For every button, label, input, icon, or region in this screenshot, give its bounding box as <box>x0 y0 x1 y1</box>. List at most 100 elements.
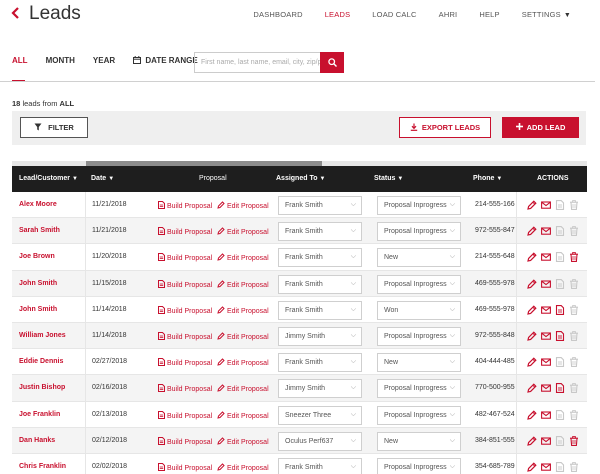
status-select[interactable]: Proposal Inprogress ⌵ <box>377 274 461 294</box>
edit-proposal-link[interactable]: Edit Proposal <box>217 201 269 210</box>
assigned-to-select[interactable]: Frank Smith ⌵ <box>278 196 362 215</box>
search-input[interactable]: First name, last name, email, city, zip/… <box>194 52 320 73</box>
edit-icon[interactable] <box>527 278 537 289</box>
edit-proposal-link[interactable]: Edit Proposal <box>217 253 269 262</box>
status-select[interactable]: New ⌵ <box>377 248 461 268</box>
assigned-to-select[interactable]: Oculus Perf637 ⌵ <box>278 431 362 451</box>
edit-icon[interactable] <box>527 383 537 394</box>
status-select[interactable]: New ⌵ <box>377 431 461 451</box>
assigned-to-select[interactable]: Frank Smith ⌵ <box>278 457 362 474</box>
col-header-date[interactable]: Date ▼ <box>91 175 114 182</box>
export-leads-button[interactable]: EXPORT LEADS <box>399 117 491 138</box>
document-icon[interactable] <box>555 383 565 394</box>
status-select[interactable]: Proposal Inprogress ⌵ <box>377 379 461 399</box>
status-select[interactable]: Proposal Inprogress ⌵ <box>377 196 461 215</box>
col-header-status[interactable]: Status ▼ <box>374 175 403 182</box>
mail-icon[interactable] <box>541 226 551 236</box>
nav-ahri[interactable]: AHRI <box>428 10 469 19</box>
edit-proposal-link[interactable]: Edit Proposal <box>217 279 269 289</box>
mail-icon[interactable] <box>541 357 551 367</box>
assigned-to-select[interactable]: Jimmy Smith ⌵ <box>278 326 362 346</box>
build-proposal-link[interactable]: Build Proposal <box>158 462 212 472</box>
lead-customer-link[interactable]: Dan Hanks <box>19 437 55 444</box>
mail-icon[interactable] <box>541 279 551 289</box>
edit-proposal-link[interactable]: Edit Proposal <box>217 436 269 446</box>
trash-icon[interactable] <box>569 252 579 263</box>
mail-icon[interactable] <box>541 410 551 420</box>
build-proposal-link[interactable]: Build Proposal <box>158 305 212 315</box>
edit-icon[interactable] <box>527 305 537 315</box>
lead-customer-link[interactable]: Joe Franklin <box>19 411 60 418</box>
nav-load-calc[interactable]: LOAD CALC <box>361 10 427 19</box>
chevron-left-icon[interactable] <box>11 6 20 23</box>
nav-settings[interactable]: SETTINGS ▼ <box>511 10 582 19</box>
status-select[interactable]: Won ⌵ <box>377 300 461 320</box>
assigned-to-select[interactable]: Frank Smith ⌵ <box>278 300 362 320</box>
edit-proposal-link[interactable]: Edit Proposal <box>217 227 269 236</box>
document-icon[interactable] <box>555 330 565 341</box>
lead-customer-link[interactable]: Sarah Smith <box>19 227 60 234</box>
mail-icon[interactable] <box>541 331 551 341</box>
build-proposal-link[interactable]: Build Proposal <box>158 436 212 446</box>
tab-year[interactable]: YEAR <box>93 56 115 74</box>
mail-icon[interactable] <box>541 383 551 393</box>
edit-icon[interactable] <box>527 200 537 210</box>
status-select[interactable]: New ⌵ <box>377 353 461 373</box>
build-proposal-link[interactable]: Build Proposal <box>158 410 212 420</box>
build-proposal-link[interactable]: Build Proposal <box>158 253 212 262</box>
status-select[interactable]: Proposal Inprogress ⌵ <box>377 457 461 474</box>
tab-date-range[interactable]: DATE RANGE <box>133 56 198 74</box>
col-header-customer[interactable]: Lead/Customer ▼ <box>19 175 78 182</box>
edit-proposal-link[interactable]: Edit Proposal <box>217 358 269 367</box>
document-icon[interactable] <box>555 304 565 315</box>
add-lead-button[interactable]: ADD LEAD <box>502 117 579 138</box>
lead-customer-link[interactable]: Alex Moore <box>19 201 57 208</box>
edit-icon[interactable] <box>527 357 537 367</box>
edit-icon[interactable] <box>527 409 537 420</box>
edit-proposal-link[interactable]: Edit Proposal <box>217 463 269 472</box>
col-header-assigned[interactable]: Assigned To ▼ <box>276 175 325 182</box>
status-select[interactable]: Proposal Inprogress ⌵ <box>377 222 461 242</box>
tab-month[interactable]: MONTH <box>46 56 75 74</box>
build-proposal-link[interactable]: Build Proposal <box>158 279 212 289</box>
assigned-to-select[interactable]: Frank Smith ⌵ <box>278 353 362 373</box>
build-proposal-link[interactable]: Build Proposal <box>158 331 212 341</box>
status-select[interactable]: Proposal Inprogress ⌵ <box>377 405 461 425</box>
mail-icon[interactable] <box>541 462 551 472</box>
mail-icon[interactable] <box>541 200 551 210</box>
build-proposal-link[interactable]: Build Proposal <box>158 384 212 393</box>
build-proposal-link[interactable]: Build Proposal <box>158 201 212 210</box>
trash-icon[interactable] <box>569 435 579 446</box>
lead-customer-link[interactable]: John Smith <box>19 280 57 287</box>
assigned-to-select[interactable]: Sneezer Three ⌵ <box>278 405 362 425</box>
assigned-to-select[interactable]: Frank Smith ⌵ <box>278 274 362 294</box>
mail-icon[interactable] <box>541 305 551 315</box>
edit-icon[interactable] <box>527 462 537 472</box>
edit-icon[interactable] <box>527 252 537 263</box>
nav-help[interactable]: HELP <box>468 10 510 19</box>
lead-customer-link[interactable]: John Smith <box>19 306 57 313</box>
edit-proposal-link[interactable]: Edit Proposal <box>217 384 269 393</box>
lead-customer-link[interactable]: Justin Bishop <box>19 384 65 391</box>
col-header-phone[interactable]: Phone ▼ <box>473 175 502 182</box>
edit-icon[interactable] <box>527 436 537 446</box>
assigned-to-select[interactable]: Jimmy Smith ⌵ <box>278 379 362 399</box>
nav-dashboard[interactable]: DASHBOARD <box>242 10 313 19</box>
assigned-to-select[interactable]: Frank Smith ⌵ <box>278 222 362 242</box>
edit-icon[interactable] <box>527 226 537 236</box>
filter-button[interactable]: FILTER <box>20 117 88 138</box>
lead-customer-link[interactable]: Eddie Dennis <box>19 358 63 365</box>
lead-customer-link[interactable]: Joe Brown <box>19 253 55 260</box>
mail-icon[interactable] <box>541 252 551 262</box>
edit-proposal-link[interactable]: Edit Proposal <box>217 306 269 315</box>
assigned-to-select[interactable]: Frank Smith ⌵ <box>278 248 362 268</box>
build-proposal-link[interactable]: Build Proposal <box>158 227 212 236</box>
search-button[interactable] <box>320 52 344 73</box>
lead-customer-link[interactable]: Chris Franklin <box>19 463 66 470</box>
edit-icon[interactable] <box>527 331 537 341</box>
build-proposal-link[interactable]: Build Proposal <box>158 358 212 367</box>
tab-all[interactable]: ALL <box>12 56 28 74</box>
lead-customer-link[interactable]: William Jones <box>19 332 66 339</box>
edit-proposal-link[interactable]: Edit Proposal <box>217 332 269 341</box>
mail-icon[interactable] <box>541 436 551 446</box>
